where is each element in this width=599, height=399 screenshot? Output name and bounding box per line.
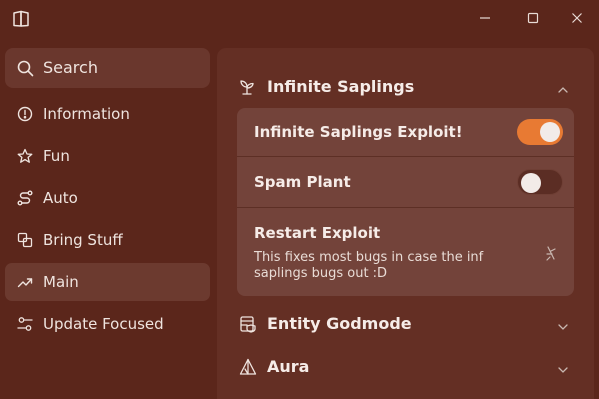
sidebar-item-information[interactable]: Information [5,95,210,133]
section-title: Aura [267,357,310,376]
sidebar-item-label: Update Focused [43,315,164,333]
restart-exploit-button[interactable]: Restart Exploit This fixes most bugs in … [237,208,574,296]
search-icon [17,60,34,81]
setting-title: Spam Plant [254,173,351,191]
section-infinite-saplings-header[interactable]: Infinite Saplings [217,67,594,107]
close-icon [571,9,583,28]
section-entity-godmode-header[interactable]: Entity Godmode [217,304,594,344]
sidebar-item-label: Bring Stuff [43,231,123,249]
sidebar-item-fun[interactable]: Fun [5,137,210,175]
setting-row-infinite-saplings-exploit: Infinite Saplings Exploit! [237,108,574,156]
section-aura-header[interactable]: Aura [217,347,594,387]
spam-plant-toggle[interactable] [517,169,563,195]
toggle-knob [540,122,560,142]
maximize-button[interactable] [510,0,556,36]
info-icon [17,106,33,122]
maximize-icon [527,9,539,28]
infinite-saplings-toggle[interactable] [517,119,563,145]
setting-row-spam-plant: Spam Plant [237,157,574,207]
trending-up-icon [17,274,33,290]
sidebar-item-update-focused[interactable]: Update Focused [5,305,210,343]
sidebar-item-label: Information [43,105,130,123]
sidebar-item-label: Main [43,273,79,291]
sprout-icon [239,78,257,100]
search-box[interactable]: Search [5,48,210,88]
sidebar-item-bring-stuff[interactable]: Bring Stuff [5,221,210,259]
section-title: Infinite Saplings [267,77,415,96]
settings-group: Infinite Saplings Exploit! Spam Plant Re… [237,108,574,296]
chevron-down-icon [557,361,569,380]
section-title: Entity Godmode [267,314,412,333]
star-icon [17,148,33,164]
minimize-button[interactable] [462,0,508,36]
sidebar-item-label: Auto [43,189,78,207]
search-label: Search [43,58,98,77]
sliders-icon [17,316,33,332]
minimize-icon [479,9,491,28]
sidebar-item-label: Fun [43,147,70,165]
main-panel: Infinite Saplings Infinite Saplings Expl… [217,48,594,399]
toggle-knob [521,173,541,193]
chevron-up-icon [557,81,569,100]
setting-title: Restart Exploit [254,224,381,242]
route-icon [17,190,33,206]
tent-icon [239,358,257,380]
book-icon [12,10,30,32]
setting-description: This fixes most bugs in case the inf sap… [254,250,484,281]
chevron-down-icon [557,318,569,337]
title-bar [0,0,599,40]
shield-list-icon [239,315,257,337]
copy-icon [17,232,33,248]
close-button[interactable] [554,0,599,36]
setting-title: Infinite Saplings Exploit! [254,123,463,141]
sidebar-item-main[interactable]: Main [5,263,210,301]
pointer-click-icon [543,244,559,266]
sidebar-item-auto[interactable]: Auto [5,179,210,217]
